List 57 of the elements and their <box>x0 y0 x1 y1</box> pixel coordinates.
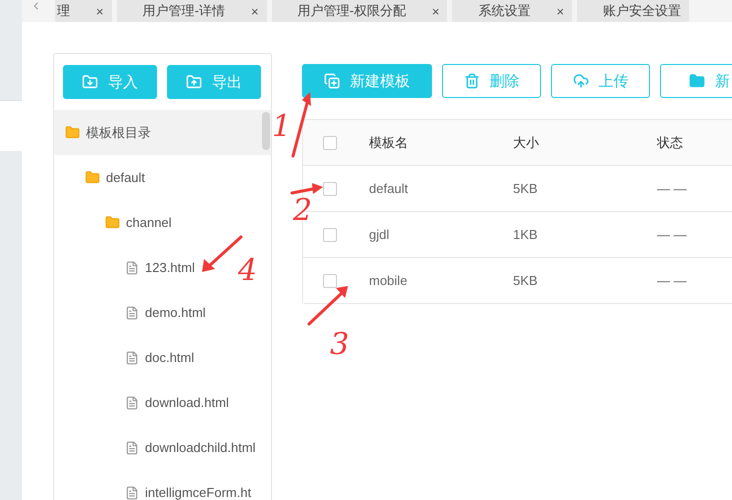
table-cell-text: mobile <box>369 273 408 288</box>
table-cell-text: 5KB <box>513 273 539 288</box>
tree-item[interactable]: demo.html <box>54 290 210 335</box>
row-checkbox[interactable] <box>323 274 337 288</box>
file-icon <box>125 350 139 364</box>
tree-item[interactable]: downloadchild.html <box>54 425 260 470</box>
folder-icon <box>65 125 80 140</box>
annotation-arrow <box>306 285 350 327</box>
copy-plus-icon <box>324 73 340 89</box>
tree-item[interactable]: channel <box>54 200 176 245</box>
annotation-arrow <box>290 182 324 196</box>
annotation-arrow <box>290 90 312 158</box>
table-cell-text: — — <box>657 227 688 242</box>
table-cell-text: default <box>369 181 410 196</box>
table-cell-text: — — <box>657 273 688 288</box>
close-button[interactable]: × <box>96 4 104 18</box>
annotation-number: 3 <box>330 330 350 360</box>
file-icon <box>125 396 139 410</box>
table-cell-text: gjdl <box>369 227 390 242</box>
file-icon <box>125 306 139 320</box>
tab[interactable]: 用户管理-权限分配 × <box>272 0 448 22</box>
tree-item[interactable]: doc.html <box>54 335 198 380</box>
column-header: 模板名 <box>369 134 409 152</box>
tab[interactable]: 理 × <box>55 0 112 22</box>
trash-icon <box>464 73 480 89</box>
tab[interactable]: 账户安全设置 <box>577 0 690 22</box>
close-button[interactable]: × <box>432 4 440 18</box>
tree-item[interactable]: intelligmceForm.ht <box>54 470 256 500</box>
table-cell-text: 5KB <box>513 181 539 196</box>
row-checkbox[interactable] <box>323 228 337 242</box>
row-checkbox[interactable] <box>323 182 337 196</box>
column-header: 大小 <box>513 134 540 152</box>
table-cell-text: 1KB <box>513 227 539 242</box>
close-button[interactable]: × <box>250 4 259 18</box>
folder-upload-icon <box>186 74 202 90</box>
tree-item[interactable]: 123.html <box>54 245 199 290</box>
scrollbar-thumb[interactable] <box>262 112 270 150</box>
annotation-number: 2 <box>293 196 312 226</box>
tab[interactable]: 系统设置 × <box>452 0 572 22</box>
folder-icon <box>85 170 100 185</box>
annotation-number: 4 <box>238 256 258 286</box>
tree-item[interactable]: default <box>54 155 150 200</box>
annotation-number: 1 <box>272 112 292 142</box>
folder-download-icon <box>82 74 98 90</box>
select-all-checkbox[interactable] <box>323 136 337 150</box>
file-icon <box>125 440 139 454</box>
tab[interactable]: 用户管理-详情 × <box>116 0 267 22</box>
column-header: 状态 <box>657 134 684 152</box>
tree-item[interactable]: download.html <box>54 380 233 425</box>
file-icon <box>125 486 139 500</box>
close-button[interactable]: × <box>556 4 564 18</box>
folder-icon <box>105 215 120 230</box>
cloud-upload-icon <box>572 73 588 89</box>
table-cell-text: — — <box>657 181 688 196</box>
file-icon <box>125 260 139 274</box>
folder-icon <box>689 73 705 89</box>
tree-item[interactable]: 模板根目录 <box>54 110 271 155</box>
